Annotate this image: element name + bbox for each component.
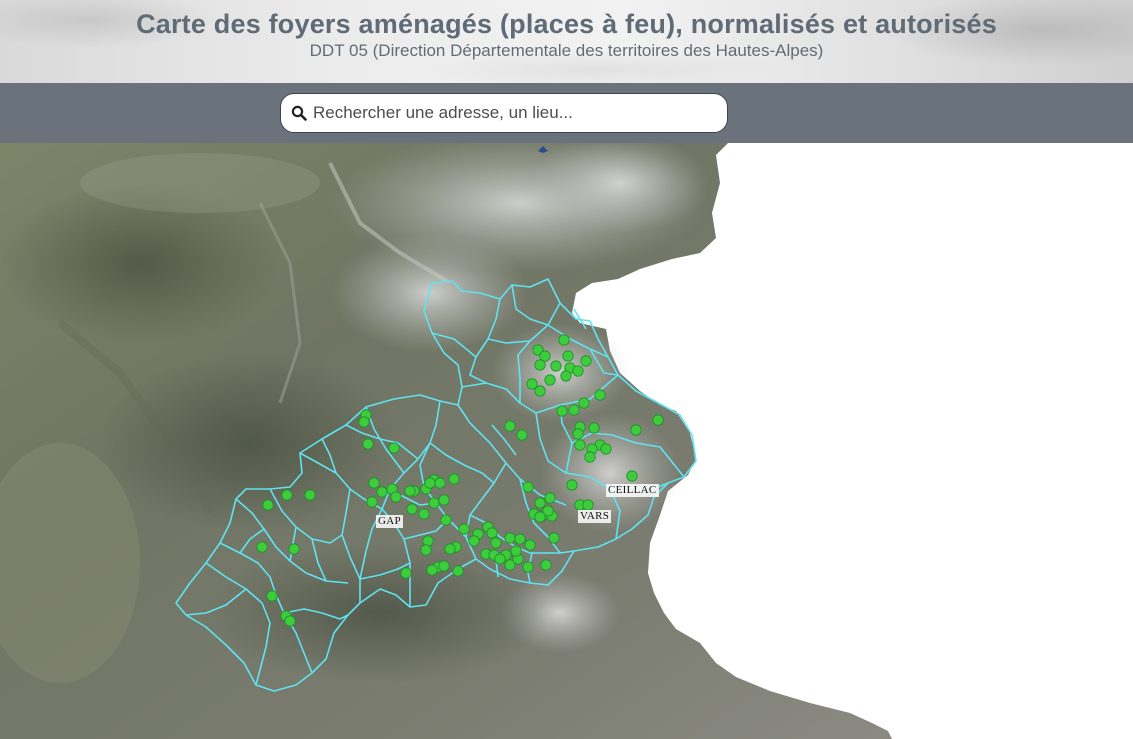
fire-pit-marker[interactable] — [434, 477, 446, 489]
fire-pit-marker[interactable] — [568, 404, 580, 416]
fire-pit-marker[interactable] — [490, 537, 502, 549]
fire-pit-marker[interactable] — [534, 359, 546, 371]
fire-pit-marker[interactable] — [288, 543, 300, 555]
fire-pit-marker[interactable] — [516, 429, 528, 441]
fire-pit-marker[interactable] — [304, 489, 316, 501]
fire-pit-marker[interactable] — [428, 497, 440, 509]
fire-pit-marker[interactable] — [422, 535, 434, 547]
fire-pit-marker[interactable] — [534, 511, 546, 523]
fire-pit-marker[interactable] — [426, 564, 438, 576]
fire-pit-marker[interactable] — [262, 499, 274, 511]
fire-pit-marker[interactable] — [366, 496, 378, 508]
fire-pit-marker[interactable] — [510, 545, 522, 557]
fire-pit-marker[interactable] — [281, 489, 293, 501]
fire-pit-marker[interactable] — [406, 503, 418, 515]
fire-pit-marker[interactable] — [534, 497, 546, 509]
fire-pit-marker[interactable] — [556, 405, 568, 417]
fire-pit-marker[interactable] — [572, 428, 584, 440]
fire-pit-marker[interactable] — [266, 590, 278, 602]
fire-pit-marker[interactable] — [534, 385, 546, 397]
fire-pit-marker[interactable] — [562, 350, 574, 362]
fire-pit-marker[interactable] — [524, 539, 536, 551]
fire-pit-marker[interactable] — [578, 397, 590, 409]
fire-pit-marker[interactable] — [388, 442, 400, 454]
fire-pit-marker[interactable] — [468, 535, 480, 547]
fire-pit-marker[interactable] — [522, 561, 534, 573]
search-box[interactable] — [280, 93, 728, 133]
fire-pit-marker[interactable] — [400, 567, 412, 579]
fire-pit-marker[interactable] — [600, 443, 612, 455]
fire-pit-marker[interactable] — [504, 420, 516, 432]
fire-pit-marker[interactable] — [420, 544, 432, 556]
map-label-gap: GAP — [376, 515, 403, 528]
fire-pit-marker[interactable] — [494, 553, 506, 565]
fire-pit-marker[interactable] — [458, 523, 470, 535]
fire-pit-marker[interactable] — [582, 499, 594, 511]
map-canvas[interactable] — [0, 143, 1133, 739]
fire-pit-marker[interactable] — [574, 439, 586, 451]
fire-pit-marker[interactable] — [522, 481, 534, 493]
fire-pit-marker[interactable] — [358, 416, 370, 428]
fire-pit-marker[interactable] — [362, 438, 374, 450]
fire-pit-marker[interactable] — [418, 508, 430, 520]
fire-pit-marker[interactable] — [438, 560, 450, 572]
page-header: Carte des foyers aménagés (places à feu)… — [0, 0, 1133, 83]
page-subtitle: DDT 05 (Direction Départementale des ter… — [309, 41, 824, 60]
fire-pit-marker[interactable] — [572, 365, 584, 377]
fire-pit-marker[interactable] — [368, 477, 380, 489]
fire-pit-marker[interactable] — [438, 494, 450, 506]
fire-pit-marker[interactable] — [452, 565, 464, 577]
fire-pit-marker[interactable] — [630, 424, 642, 436]
search-input[interactable] — [313, 103, 713, 123]
fire-pit-marker[interactable] — [550, 360, 562, 372]
fire-pit-marker[interactable] — [544, 374, 556, 386]
fire-pit-marker[interactable] — [440, 514, 452, 526]
fire-pit-marker[interactable] — [626, 470, 638, 482]
page-title: Carte des foyers aménagés (places à feu)… — [136, 9, 997, 39]
fire-pit-marker[interactable] — [444, 543, 456, 555]
fire-pit-marker[interactable] — [540, 559, 552, 571]
map-label-ceillac: CEILLAC — [606, 484, 659, 497]
search-bar — [0, 83, 1133, 143]
map-label-vars: VARS — [578, 510, 612, 523]
fire-pit-marker[interactable] — [448, 473, 460, 485]
fire-pit-marker[interactable] — [560, 370, 572, 382]
fire-pit-marker[interactable] — [594, 389, 606, 401]
fire-pit-marker[interactable] — [376, 486, 388, 498]
fire-pit-marker[interactable] — [544, 492, 556, 504]
fire-pit-marker[interactable] — [558, 334, 570, 346]
fire-pit-marker[interactable] — [566, 479, 578, 491]
fire-pit-marker[interactable] — [584, 451, 596, 463]
fire-pit-marker[interactable] — [652, 414, 664, 426]
fire-pit-marker[interactable] — [514, 533, 526, 545]
fire-pit-marker[interactable] — [504, 532, 516, 544]
fire-pit-marker[interactable] — [284, 615, 296, 627]
fire-pit-marker[interactable] — [424, 477, 436, 489]
fire-pit-marker[interactable] — [404, 485, 416, 497]
fire-pit-marker[interactable] — [256, 541, 268, 553]
search-icon[interactable] — [291, 105, 307, 121]
fire-pit-marker[interactable] — [486, 527, 498, 539]
fire-pit-marker[interactable] — [588, 422, 600, 434]
fire-pit-marker[interactable] — [390, 491, 402, 503]
fire-pit-marker[interactable] — [548, 532, 560, 544]
map-view[interactable]: GAP VARS CEILLAC — [0, 143, 1133, 739]
fire-pit-marker[interactable] — [580, 355, 592, 367]
